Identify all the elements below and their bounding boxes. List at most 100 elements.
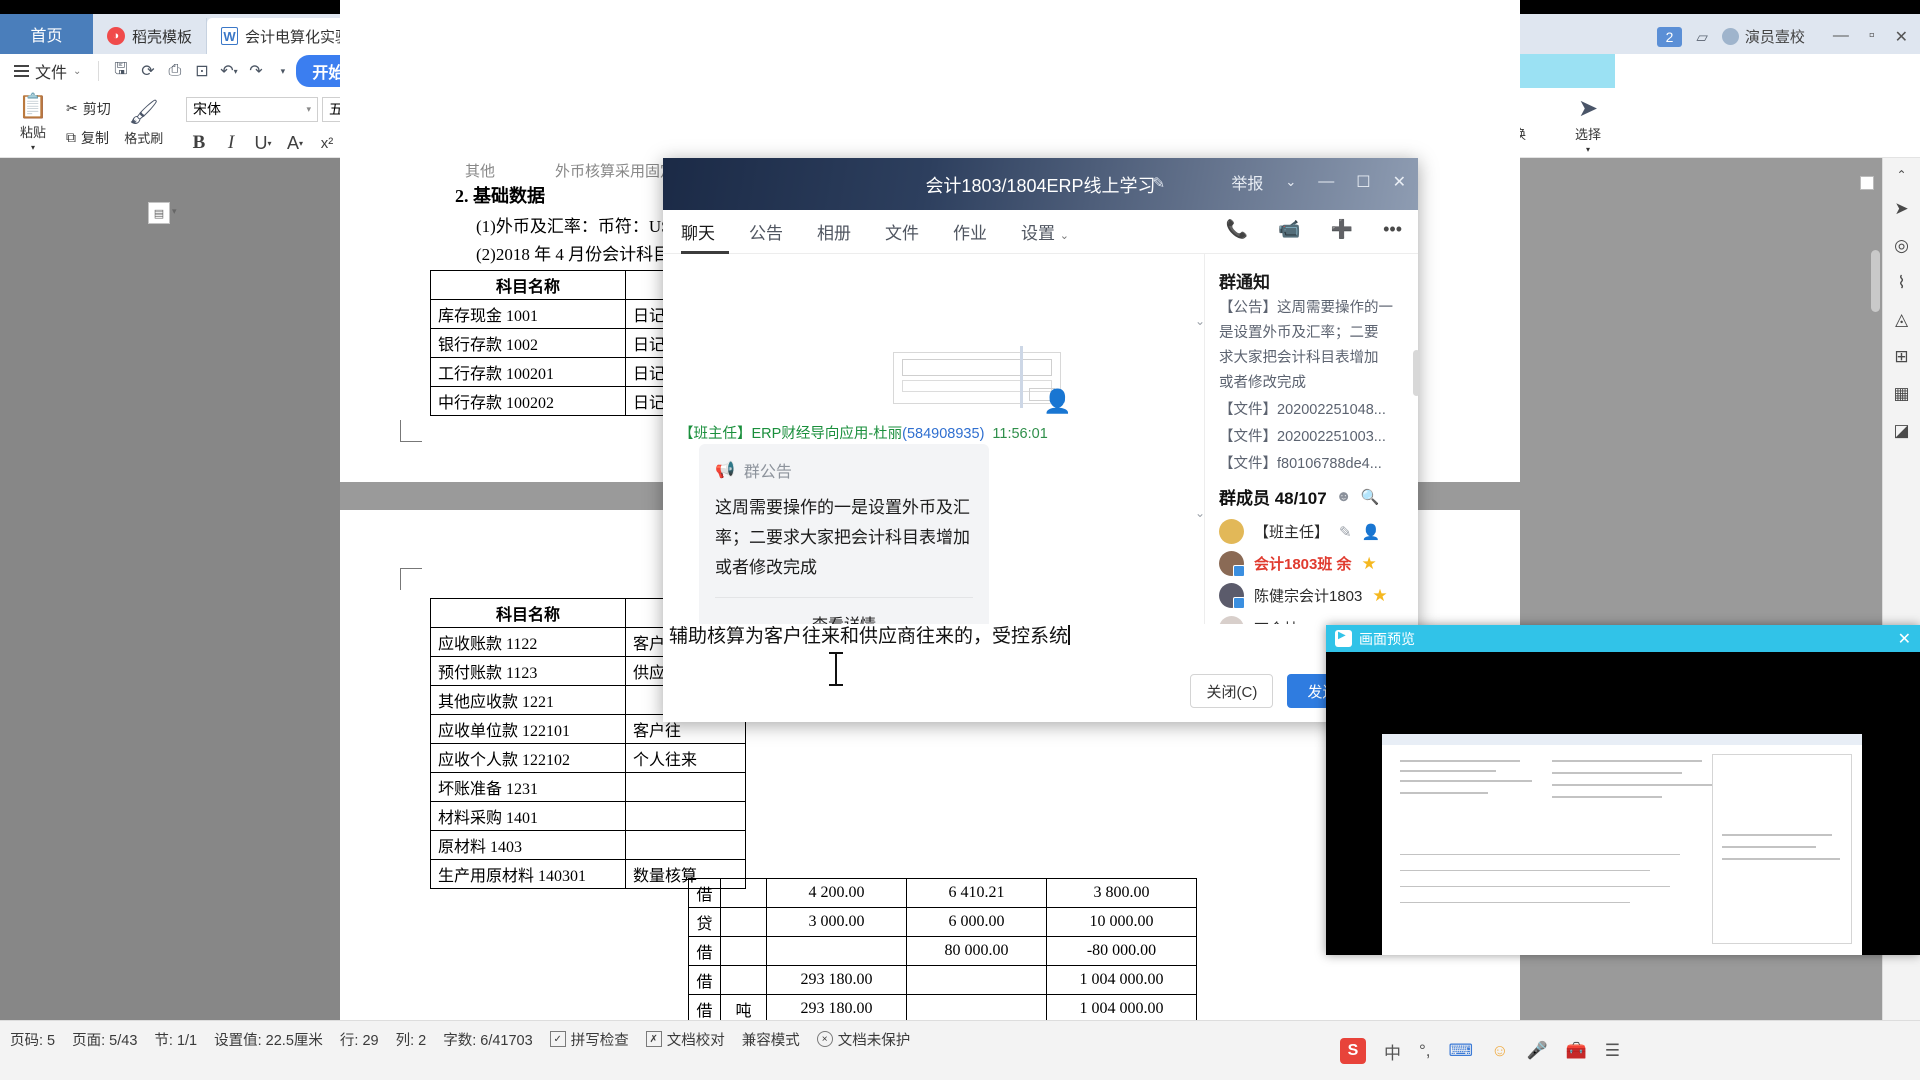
close-button[interactable]: ✕ xyxy=(1895,27,1908,47)
member-row[interactable]: 会计1803班 余 ★ xyxy=(1219,551,1377,577)
report-button[interactable]: 举报 xyxy=(1231,170,1263,194)
chevron-down-icon[interactable]: ▾ xyxy=(172,206,177,217)
tab-settings[interactable]: 设置 ⌄ xyxy=(1021,219,1069,244)
customize-toolbar-icon[interactable]: ▾ xyxy=(269,58,296,85)
mic-icon[interactable]: 🎤 xyxy=(1526,1041,1547,1061)
chart-icon[interactable]: ◪ xyxy=(1893,421,1909,441)
italic-button[interactable]: I xyxy=(218,130,244,156)
tencent-classroom-icon xyxy=(1335,630,1352,647)
paste-icon: 📋 xyxy=(18,93,48,120)
tab-album[interactable]: 相册 xyxy=(817,219,851,244)
print-icon[interactable]: ⎙ xyxy=(161,58,188,85)
search-icon[interactable]: 🔍 xyxy=(1361,488,1380,506)
tab-chat[interactable]: 聊天 xyxy=(681,219,715,244)
tab-homework[interactable]: 作业 xyxy=(953,219,987,244)
redo-icon[interactable]: ↷ xyxy=(242,58,269,85)
preview-mini-toolbar xyxy=(1382,734,1862,745)
member-row-teacher[interactable]: 【班主任】 ✎ 👤 xyxy=(1219,519,1380,544)
ruler-toggle-icon[interactable] xyxy=(1860,176,1874,190)
group-members-header: 群成员 48/107 ☻ 🔍 xyxy=(1219,484,1379,509)
print-preview-icon[interactable]: ⊡ xyxy=(188,58,215,85)
collapse-members-icon[interactable]: ⌄ xyxy=(1195,506,1205,520)
cloud-sync-icon[interactable]: ▱ xyxy=(1696,28,1708,46)
pencil-icon[interactable]: ✎ xyxy=(1153,174,1166,192)
maximize-button[interactable]: ☐ xyxy=(1356,172,1370,192)
file-menu-button[interactable]: 文件 ⌄ xyxy=(0,59,90,83)
video-call-icon[interactable]: 📹 xyxy=(1278,219,1300,240)
paste-button[interactable]: 📋 粘贴 ▾ xyxy=(6,93,60,153)
minimize-button[interactable]: — xyxy=(1833,27,1849,47)
select-button[interactable]: ➤ 选择 ▾ xyxy=(1560,96,1616,155)
doc-proof-button[interactable]: ✗ 文档校对 xyxy=(645,1029,725,1050)
notice-file-item[interactable]: 【文件】202002251048... xyxy=(1219,398,1409,423)
shapes-icon[interactable]: ◎ xyxy=(1894,236,1909,256)
phone-icon[interactable]: 📞 xyxy=(1226,219,1248,240)
chevron-down-icon[interactable]: ⌄ xyxy=(1285,174,1296,190)
emoji-icon[interactable]: ☺ xyxy=(1491,1041,1508,1061)
minimize-panel-icon[interactable]: ⌃ xyxy=(1896,168,1906,182)
undo-rotate-icon[interactable]: ⟳ xyxy=(134,58,161,85)
punctuation-icon[interactable]: °, xyxy=(1419,1041,1431,1061)
preview-title: 画面预览 xyxy=(1359,630,1415,647)
undo-icon[interactable]: ↶ ▾ xyxy=(215,58,242,85)
table-icon[interactable]: ⊞ xyxy=(1894,347,1908,367)
cut-button[interactable]: ✂ 剪切 xyxy=(66,99,111,119)
strikethrough-button[interactable]: A ▾ xyxy=(282,130,308,156)
home-tab[interactable]: 首页 xyxy=(0,14,93,54)
add-icon[interactable]: ➕ xyxy=(1331,219,1353,240)
grid-icon[interactable]: ▦ xyxy=(1893,384,1909,404)
notice-line[interactable]: 【公告】这周需要操作的一 xyxy=(1219,296,1409,321)
add-friend-icon[interactable]: 👤 xyxy=(1043,388,1072,415)
collapse-notice-icon[interactable]: ⌄ xyxy=(1195,314,1205,328)
text-caret xyxy=(1068,625,1070,645)
minimize-button[interactable]: — xyxy=(1318,173,1334,191)
close-button[interactable]: 关闭(C) xyxy=(1190,674,1274,708)
notice-line[interactable]: 求大家把会计科目表增加 xyxy=(1219,346,1409,371)
keyboard-icon[interactable]: ⌨ xyxy=(1449,1041,1474,1061)
close-button[interactable]: ✕ xyxy=(1393,172,1406,192)
tab-announcement[interactable]: 公告 xyxy=(749,219,783,244)
screen-preview-window[interactable]: 画面预览 ✕ xyxy=(1326,625,1920,955)
group-announcement-bubble[interactable]: 📢 群公告 这周需要操作的一是设置外币及汇率；二要求大家把会计科目表增加或者修改… xyxy=(699,444,989,648)
maximize-button[interactable]: ▫ xyxy=(1869,27,1875,47)
font-name-input[interactable]: 宋体 ▾ xyxy=(186,96,318,122)
notice-line[interactable]: 是设置外币及汇率；二要 xyxy=(1219,321,1409,346)
more-icon[interactable]: ••• xyxy=(1383,219,1402,240)
ime-mode-toggle[interactable]: 中 xyxy=(1384,1039,1401,1064)
tab-daoke-template[interactable]: ◑ 稻壳模板 xyxy=(93,18,208,54)
toolbox-icon[interactable]: 🧰 xyxy=(1566,1041,1587,1061)
doc-nav-pane-button[interactable]: ▤ xyxy=(148,202,170,224)
pencil-icon[interactable]: ✎ xyxy=(1339,523,1352,541)
bold-button[interactable]: B xyxy=(186,130,212,156)
close-icon[interactable]: ✕ xyxy=(1898,629,1911,649)
notice-line[interactable]: 或者修改完成 xyxy=(1219,371,1409,396)
chat-composer[interactable]: 辅助核算为客户往来和供应商往来的，受控系统 关闭(C) 发送(S) ▾ xyxy=(663,624,1418,722)
save-icon[interactable]: 🖫 xyxy=(107,58,134,85)
copy-button[interactable]: ⧉ 复制 xyxy=(66,128,111,148)
side-panel-scrollbar[interactable] xyxy=(1413,350,1420,396)
format-painter-button[interactable]: 🖌 格式刷 xyxy=(117,99,171,147)
preview-content xyxy=(1326,652,1920,955)
superscript-button[interactable]: x² xyxy=(314,130,340,156)
pointer-icon[interactable]: ➤ xyxy=(1894,199,1908,219)
status-word-count[interactable]: 字数: 6/41703 xyxy=(443,1029,532,1050)
triangle-icon[interactable]: ◬ xyxy=(1895,310,1908,330)
notification-badge[interactable]: 2 xyxy=(1656,26,1683,47)
vertical-scrollbar-thumb[interactable] xyxy=(1871,250,1880,312)
user-account[interactable]: 演员壹校 xyxy=(1721,26,1805,47)
notice-file-item[interactable]: 【文件】f80106788de4... xyxy=(1219,452,1409,477)
member-row[interactable]: 陈健宗会计1803 ★ xyxy=(1219,583,1388,609)
status-section: 节: 1/1 xyxy=(154,1032,198,1049)
menu-icon[interactable]: ☰ xyxy=(1605,1041,1620,1061)
tab-files[interactable]: 文件 xyxy=(885,219,919,244)
doc-protection-button[interactable]: × 文档未保护 xyxy=(816,1029,910,1050)
curve-icon[interactable]: ⌇ xyxy=(1897,273,1905,293)
qq-group-chat-window[interactable]: 会计1803/1804ERP线上学习 ✎ 举报 ⌄ — ☐ ✕ 聊天 公告 相册… xyxy=(663,158,1420,722)
message-thumbnail-card[interactable]: 👤 xyxy=(893,352,1072,414)
composer-input[interactable]: 辅助核算为客户往来和供应商往来的，受控系统 xyxy=(669,621,1070,686)
notice-file-item[interactable]: 【文件】202002251003... xyxy=(1219,425,1409,450)
underline-button[interactable]: U ▾ xyxy=(250,130,276,156)
sogou-logo-icon[interactable]: S xyxy=(1340,1038,1366,1064)
manage-members-icon[interactable]: ☻ xyxy=(1336,488,1352,505)
spell-check-button[interactable]: ✓ 拼写检查 xyxy=(549,1029,629,1050)
